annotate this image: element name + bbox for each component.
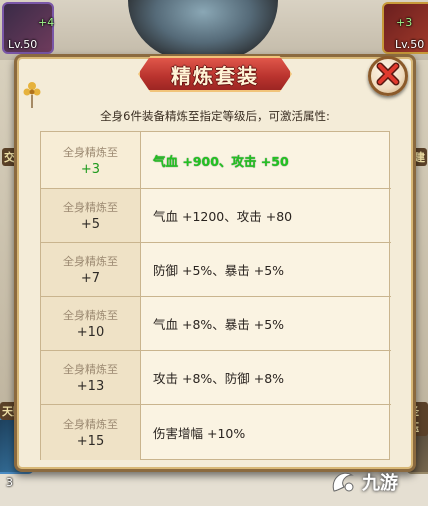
requirement-label: 全身精炼至 bbox=[63, 363, 118, 376]
requirement-label: 全身精炼至 bbox=[63, 145, 118, 159]
requirement-label: 全身精炼至 bbox=[63, 418, 118, 431]
hero-bottom-left-count: 3 bbox=[6, 476, 13, 489]
table-row: 全身精炼至 +5 气血 +1200、攻击 +80 bbox=[41, 188, 391, 242]
bonus-text: 防御 +5%、暴击 +5% bbox=[153, 263, 285, 278]
hero-left-badge: +4 bbox=[38, 16, 55, 29]
bonus-text: 伤害增幅 +10% bbox=[153, 426, 246, 441]
requirement-level: +7 bbox=[80, 271, 101, 286]
table-row: 全身精炼至 +7 防御 +5%、暴击 +5% bbox=[41, 242, 391, 296]
close-x-icon bbox=[375, 61, 401, 91]
close-button[interactable] bbox=[368, 56, 408, 96]
requirement-level: +15 bbox=[76, 434, 105, 449]
requirement-cell: 全身精炼至 +13 bbox=[41, 351, 141, 404]
flower-ornament-icon bbox=[23, 82, 41, 108]
bonus-text: 气血 +900、攻击 +50 bbox=[153, 153, 289, 169]
requirement-level: +5 bbox=[80, 217, 101, 232]
table-row: 全身精炼至 +10 气血 +8%、暴击 +5% bbox=[41, 296, 391, 350]
requirement-label: 全身精炼至 bbox=[63, 201, 118, 214]
table-row: 全身精炼至 +13 攻击 +8%、防御 +8% bbox=[41, 350, 391, 404]
requirement-cell: 全身精炼至 +10 bbox=[41, 297, 141, 350]
requirement-cell: 全身精炼至 +15 bbox=[41, 405, 141, 460]
bonus-text: 攻击 +8%、防御 +8% bbox=[153, 371, 285, 386]
requirement-level: +13 bbox=[76, 379, 105, 394]
bonus-text: 气血 +1200、攻击 +80 bbox=[153, 209, 293, 224]
refine-bonus-table: 全身精炼至 +3 气血 +900、攻击 +50 全身精炼至 +5 气血 +120… bbox=[40, 131, 391, 460]
hero-right-badge: +3 bbox=[396, 16, 413, 29]
table-row: 全身精炼至 +15 伤害增幅 +10% bbox=[41, 404, 391, 460]
dialog-title-banner: 精炼套装 bbox=[138, 56, 292, 92]
hero-right-level: Lv.50 bbox=[395, 38, 425, 51]
hero-left-level: Lv.50 bbox=[8, 38, 38, 51]
requirement-label: 全身精炼至 bbox=[63, 255, 118, 268]
dialog-title: 精炼套装 bbox=[171, 63, 259, 88]
bonus-text: 气血 +8%、暴击 +5% bbox=[153, 317, 285, 332]
requirement-cell: 全身精炼至 +5 bbox=[41, 189, 141, 242]
dialog-subtitle: 全身6件装备精炼至指定等级后，可激活属性: bbox=[100, 109, 330, 123]
jiuyou-watermark: 九游 bbox=[328, 458, 428, 506]
watermark-text: 九游 bbox=[362, 473, 398, 494]
requirement-cell: 全身精炼至 +7 bbox=[41, 243, 141, 296]
jiuyou-logo-icon bbox=[332, 472, 354, 492]
requirement-level: +10 bbox=[76, 325, 105, 340]
requirement-level: +3 bbox=[80, 161, 101, 177]
table-row: 全身精炼至 +3 气血 +900、攻击 +50 bbox=[41, 132, 391, 188]
requirement-cell: 全身精炼至 +3 bbox=[41, 132, 141, 188]
requirement-label: 全身精炼至 bbox=[63, 309, 118, 322]
